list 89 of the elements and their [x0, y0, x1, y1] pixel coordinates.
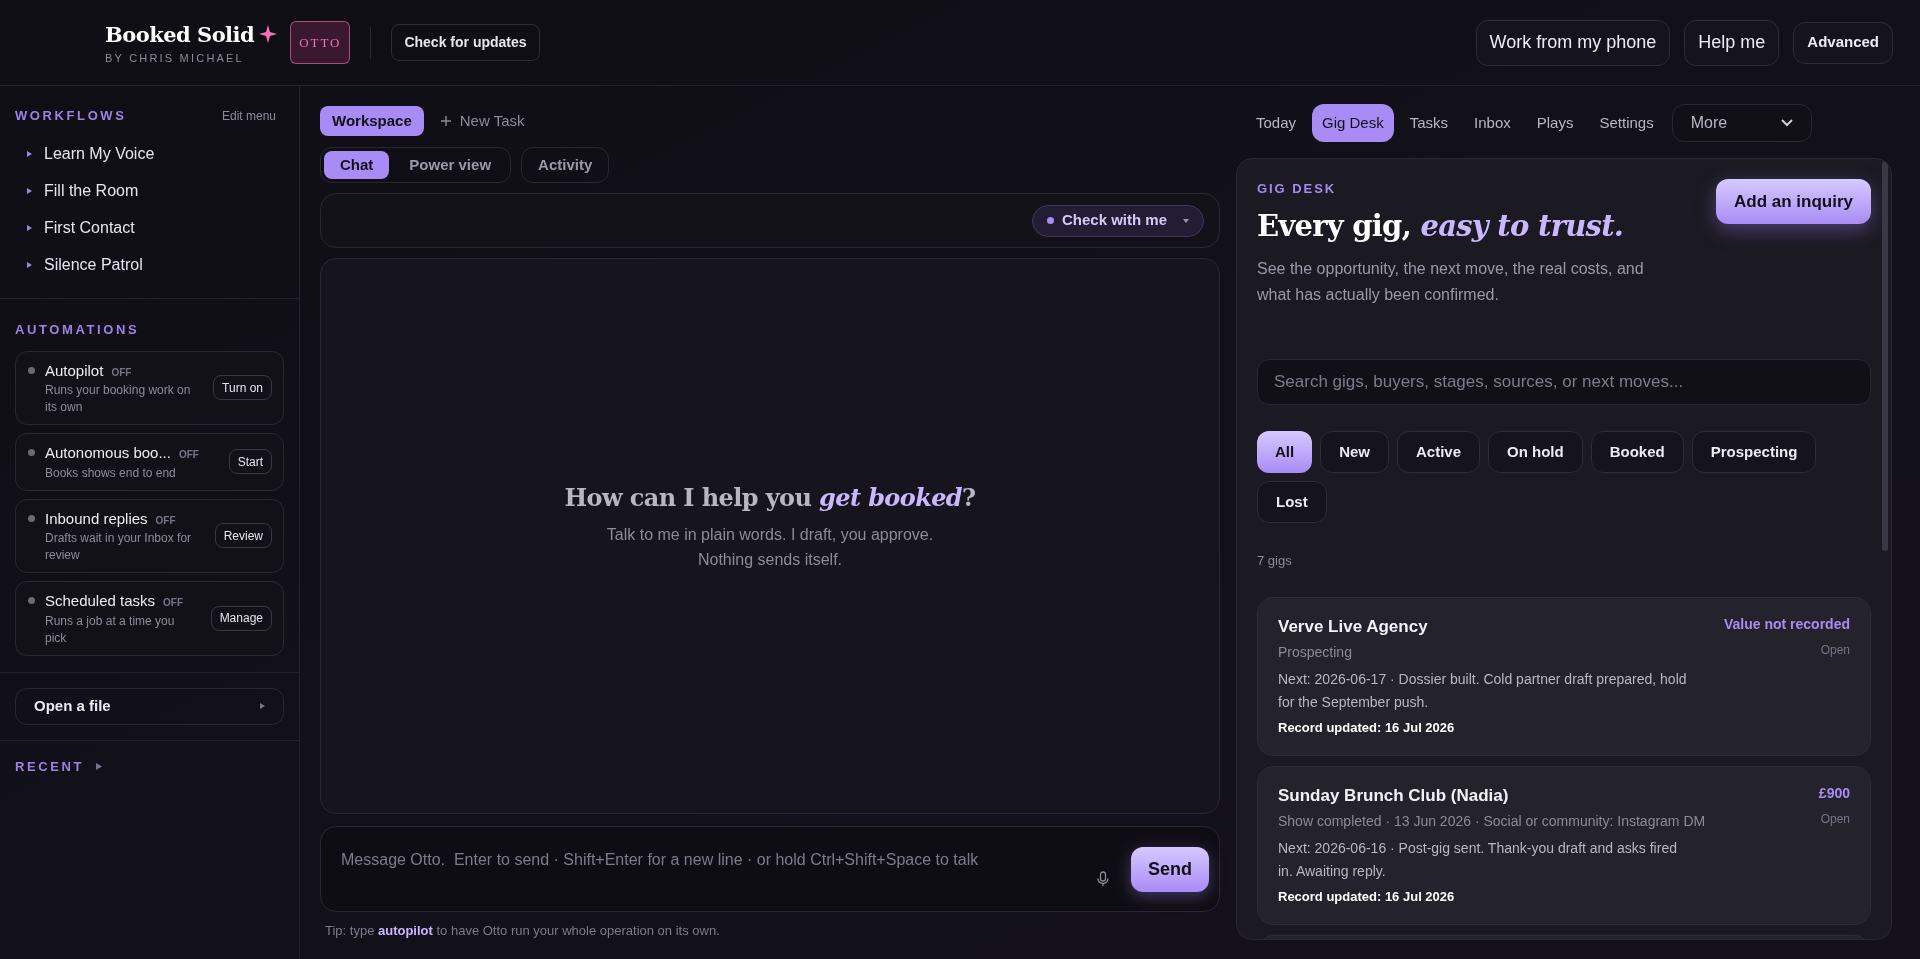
arrow-icon: [27, 151, 32, 157]
gig-value: £900: [1818, 783, 1850, 803]
empty-state-title: How can I help you get booked?: [564, 482, 976, 514]
caret-icon: [1183, 218, 1189, 223]
scrollbar[interactable]: [1882, 161, 1888, 551]
expand-arrow-icon[interactable]: [96, 762, 103, 770]
section-title: WORKFLOWS: [15, 107, 127, 125]
filter-chip[interactable]: All: [1257, 431, 1313, 473]
filter-chip[interactable]: Prospecting: [1691, 431, 1817, 473]
automation-button[interactable]: Start: [228, 449, 272, 475]
filter-chip[interactable]: Lost: [1257, 481, 1327, 523]
section-title: AUTOMATIONS: [15, 321, 140, 337]
status-label: OFF: [111, 365, 132, 380]
automation-name: Scheduled tasks: [45, 591, 156, 611]
gig-next-step: Next: 2026-06-16 · Post-gig sent. Thank-you draft and asks fired in. Awaiting reply.: [1278, 837, 1688, 883]
header-button[interactable]: Help me: [1684, 19, 1780, 66]
filter-chip[interactable]: Booked: [1590, 431, 1684, 473]
section-title: RECENT: [15, 757, 85, 776]
gig-count: 7 gigs: [1257, 552, 1293, 570]
gig-stage: Prospecting: [1278, 643, 1353, 662]
automation-description: Runs a job at a time you pick: [45, 612, 176, 647]
nav-tab[interactable]: Inbox: [1464, 104, 1521, 142]
gig-status: Open: [1820, 641, 1850, 659]
panel-description: See the opportunity, the next move, the real costs, and what has actually been confirmed.: [1257, 259, 1645, 305]
gig-name: Verve Live Agency: [1278, 615, 1429, 638]
gig-updated: Record updated: 16 Jul 2026: [1278, 888, 1456, 906]
microphone-icon[interactable]: [1097, 871, 1109, 887]
nav-tab[interactable]: Today: [1246, 104, 1307, 142]
gig-card[interactable]: Verve Live Agency Prospecting Next: 2026-06-17 · Dossier built. Cold partner draft prepared, hold for the September push. Record updated: 16 Jul 2026 Value not recorded Open: [1257, 596, 1871, 756]
workflow-item[interactable]: Fill the Room: [27, 172, 284, 210]
edit-menu-link[interactable]: Edit menu: [221, 106, 276, 125]
automation-button[interactable]: Manage: [210, 605, 272, 631]
mode-dropdown[interactable]: Check with me: [1031, 204, 1204, 237]
nav-tab[interactable]: Tasks: [1399, 104, 1459, 142]
brand-badge: OTTO: [290, 20, 351, 65]
automation-name: Autopilot: [45, 360, 104, 381]
gig-name: Sunday Brunch Club (Nadia): [1278, 784, 1510, 807]
automation-description: Drafts wait in your Inbox for review: [45, 530, 193, 564]
search-field[interactable]: Search gigs, buyers, stages, sources, or next moves...: [1257, 359, 1871, 405]
automation-description: Runs your booking work on its own: [45, 382, 192, 416]
gig-card[interactable]: [1257, 765, 1871, 925]
workflow-item[interactable]: First Contact: [27, 209, 284, 247]
panel-heading: Every gig, easy to trust.: [1257, 207, 1625, 245]
arrow-icon: [27, 225, 32, 231]
filter-chip[interactable]: Active: [1397, 431, 1481, 473]
send-button[interactable]: Send: [1131, 846, 1209, 892]
nav-tab[interactable]: Plays: [1526, 104, 1584, 142]
gig-stage: Show completed · 13 Jun 2026 · Social or community: Instagram DM: [1278, 812, 1707, 831]
nav-tab[interactable]: Gig Desk: [1312, 104, 1394, 142]
gig-status: Open: [1820, 810, 1850, 828]
view-tab[interactable]: Power view: [393, 151, 508, 179]
byline: BY CHRIS MICHAEL: [105, 51, 245, 66]
message-field[interactable]: Message Otto. Enter to send · Shift+Enter for a new line · or hold Ctrl+Shift+Space to talk Send: [320, 826, 1220, 912]
open-file-button[interactable]: Open a file: [15, 687, 284, 725]
automation-description: Books shows end to end: [45, 464, 177, 482]
arrow-icon: [27, 188, 32, 194]
workspace-tab[interactable]: Workspace: [320, 106, 424, 136]
new-task-button[interactable]: New Task: [439, 109, 525, 133]
automation-name: Inbound replies: [45, 508, 148, 529]
empty-state-text: Talk to me in plain words. I draft, you approve.: [606, 525, 934, 545]
add-inquiry-button[interactable]: Add an inquiry: [1716, 179, 1871, 224]
automation-button[interactable]: Review: [214, 523, 272, 549]
chevron-down-icon: [1780, 119, 1793, 127]
panel-eyebrow: GIG DESK: [1257, 180, 1338, 198]
tip-text: Tip: type autopilot to have Otto run your whole operation on its own.: [325, 922, 721, 940]
brand-name: Booked Solid: [105, 20, 255, 49]
header-button[interactable]: Work from my phone: [1475, 19, 1671, 66]
activity-tab[interactable]: Activity: [521, 147, 610, 183]
filter-chip[interactable]: On hold: [1488, 431, 1583, 473]
nav-tab[interactable]: Settings: [1589, 104, 1664, 142]
more-dropdown[interactable]: More: [1671, 104, 1812, 142]
view-tab[interactable]: Chat: [324, 151, 390, 179]
gig-next-step: Next: 2026-06-17 · Dossier built. Cold partner draft prepared, hold for the September push.: [1278, 668, 1688, 714]
status-label: OFF: [178, 448, 199, 462]
arrow-icon: [27, 262, 32, 268]
gig-value: Value not recorded: [1723, 614, 1850, 634]
gig-updated: Record updated: 16 Jul 2026: [1278, 719, 1456, 737]
automation-name: Autonomous boo...: [45, 443, 171, 463]
check-updates-button[interactable]: Check for updates: [391, 24, 540, 61]
workflow-item[interactable]: Silence Patrol: [27, 246, 284, 284]
status-label: OFF: [163, 596, 184, 610]
filter-chip[interactable]: New: [1320, 431, 1389, 473]
automation-button[interactable]: Turn on: [213, 375, 272, 401]
plus-icon: [439, 115, 452, 127]
header-button[interactable]: Advanced: [1793, 21, 1893, 64]
status-label: OFF: [155, 513, 176, 528]
empty-state-text: Nothing sends itself.: [697, 550, 843, 570]
workflow-item[interactable]: Learn My Voice: [27, 135, 284, 173]
arrow-icon: [260, 703, 265, 709]
